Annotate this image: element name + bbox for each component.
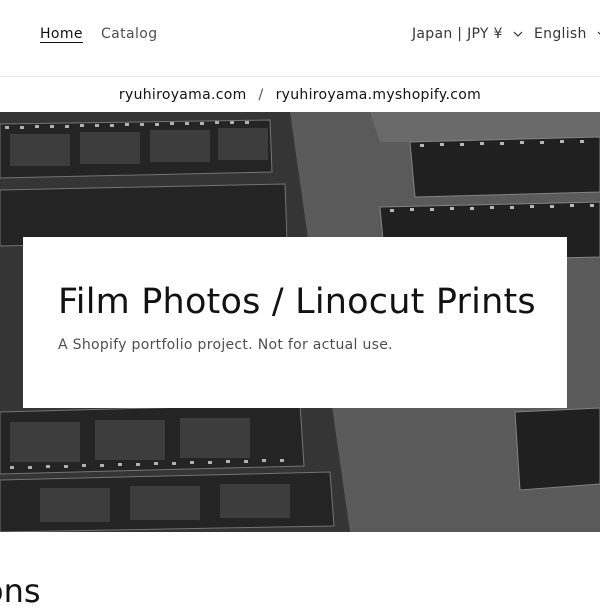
primary-domain: ryuhiroyama.com	[118, 87, 247, 103]
country-selector-label: Japan | JPY ¥	[412, 26, 503, 42]
language-selector-label: English	[534, 26, 587, 42]
secondary-domain: ryuhiroyama.myshopify.com	[275, 87, 482, 103]
hero-text-box: Film Photos / Linocut Prints A Shopify p…	[23, 237, 567, 408]
hero-subtitle: A Shopify portfolio project. Not for act…	[58, 337, 393, 353]
section-heading: ons	[0, 572, 41, 610]
nav-catalog-link[interactable]: Catalog	[101, 26, 158, 42]
site-header: Home Catalog Japan | JPY ¥ English	[0, 0, 600, 77]
chevron-down-icon	[513, 31, 523, 37]
domain-separator: /	[258, 87, 264, 103]
hero-banner: Film Photos / Linocut Prints A Shopify p…	[0, 112, 600, 532]
language-selector[interactable]: English	[534, 26, 600, 42]
nav-home-link[interactable]: Home	[40, 26, 83, 42]
hero-title: Film Photos / Linocut Prints	[58, 282, 536, 322]
chevron-down-icon	[597, 31, 600, 36]
country-selector[interactable]: Japan | JPY ¥	[412, 26, 524, 42]
domain-bar: ryuhiroyama.com / ryuhiroyama.myshopify.…	[0, 78, 600, 112]
